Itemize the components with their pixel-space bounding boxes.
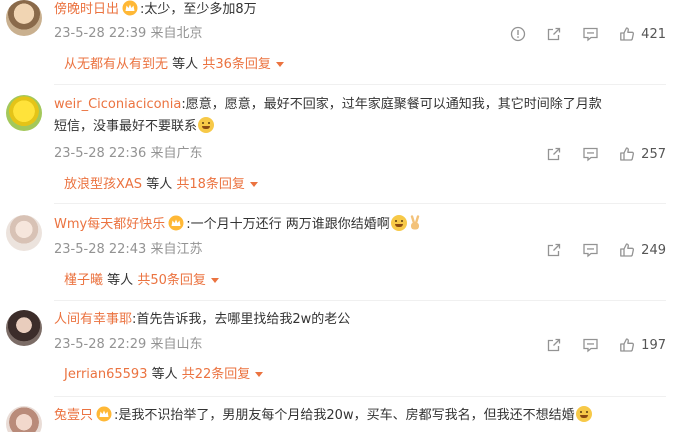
comment-text: :是我不识抬举了，男朋友每个月给我20w，买车、房都写我名，但我还不想结婚 <box>114 408 575 423</box>
chevron-down-icon <box>255 372 264 377</box>
emoji-icon <box>575 406 592 422</box>
emoji-icon <box>198 117 215 133</box>
vip-crown-icon <box>168 215 184 231</box>
comment-icon[interactable] <box>582 146 599 162</box>
username[interactable]: 兔壹只 <box>54 408 93 423</box>
like-icon <box>619 337 635 353</box>
report-icon[interactable] <box>510 26 526 42</box>
like-count: 197 <box>641 337 666 353</box>
like-icon <box>619 146 635 162</box>
like-button[interactable]: 249 <box>619 242 666 258</box>
reply-summary[interactable]: Jerrian65593 等人 共22条回复 <box>64 365 264 385</box>
reply-mid-text: 等人 <box>146 177 173 192</box>
comment-text: :愿意，愿意，最好不回家，过年家庭聚餐可以通知我，其它时间除了月款 <box>181 97 602 112</box>
reply-username[interactable]: 槿子曦 <box>64 273 103 288</box>
like-button[interactable]: 197 <box>619 337 666 353</box>
divider <box>54 203 666 204</box>
like-button[interactable]: 421 <box>619 26 666 42</box>
reply-mid-text: 等人 <box>172 57 199 72</box>
reply-summary[interactable]: 放浪型孩XAS 等人 共18条回复 <box>64 175 258 195</box>
comment-icon[interactable] <box>582 242 599 258</box>
chevron-down-icon <box>249 182 258 187</box>
like-count: 249 <box>641 242 666 258</box>
reply-count[interactable]: 共36条回复 <box>202 57 271 72</box>
reply-count[interactable]: 共22条回复 <box>182 367 251 382</box>
comment-text: :一个月十万还行 两万谁跟你结婚啊 <box>186 217 390 232</box>
location: 来自山东 <box>150 337 203 352</box>
share-icon[interactable] <box>546 26 562 42</box>
reply-username[interactable]: 放浪型孩XAS <box>64 177 142 192</box>
like-count: 421 <box>641 26 666 42</box>
share-icon[interactable] <box>546 146 562 162</box>
vip-crown-icon <box>96 406 112 422</box>
like-count: 257 <box>641 146 666 162</box>
comment-text: :首先告诉我，去哪里找给我2w的老公 <box>132 312 351 327</box>
comment-icon[interactable] <box>582 26 599 42</box>
timestamp: 23-5-28 22:29 <box>54 337 147 352</box>
divider <box>54 84 666 85</box>
timestamp: 23-5-28 22:39 <box>54 26 147 41</box>
avatar[interactable] <box>6 215 42 251</box>
share-icon[interactable] <box>546 242 562 258</box>
location: 来自北京 <box>150 26 203 41</box>
avatar[interactable] <box>6 406 42 432</box>
username[interactable]: Wmy每天都好快乐 <box>54 217 165 232</box>
divider <box>54 300 666 301</box>
chevron-down-icon <box>275 62 284 67</box>
victory-hand-icon <box>408 215 422 238</box>
username[interactable]: 傍晚时日出 <box>54 2 119 17</box>
chevron-down-icon <box>210 278 219 283</box>
comment-icon[interactable] <box>582 337 599 353</box>
comment-text: :太少，至少多加8万 <box>140 2 257 17</box>
emoji-icon <box>390 215 407 231</box>
avatar[interactable] <box>6 95 42 131</box>
like-button[interactable]: 257 <box>619 146 666 162</box>
like-icon <box>619 242 635 258</box>
comment-text-line2: 短信，没事最好不要联系 <box>54 119 198 134</box>
reply-summary[interactable]: 从无都有从有到无 等人 共36条回复 <box>64 55 284 75</box>
avatar[interactable] <box>6 0 42 36</box>
divider <box>54 396 666 397</box>
reply-count[interactable]: 共18条回复 <box>176 177 245 192</box>
username[interactable]: weir_Ciconiaciconia <box>54 97 181 112</box>
like-icon <box>619 26 635 42</box>
reply-summary[interactable]: 槿子曦 等人 共50条回复 <box>64 271 219 291</box>
username[interactable]: 人间有幸事耶 <box>54 312 132 327</box>
reply-mid-text: 等人 <box>151 367 178 382</box>
vip-crown-icon <box>122 0 138 16</box>
reply-mid-text: 等人 <box>107 273 134 288</box>
location: 来自江苏 <box>150 242 203 257</box>
reply-count[interactable]: 共50条回复 <box>137 273 206 288</box>
reply-username[interactable]: 从无都有从有到无 <box>64 57 168 72</box>
location: 来自广东 <box>150 146 203 161</box>
timestamp: 23-5-28 22:43 <box>54 242 147 257</box>
reply-username[interactable]: Jerrian65593 <box>64 367 147 382</box>
avatar[interactable] <box>6 310 42 346</box>
timestamp: 23-5-28 22:36 <box>54 146 147 161</box>
share-icon[interactable] <box>546 337 562 353</box>
